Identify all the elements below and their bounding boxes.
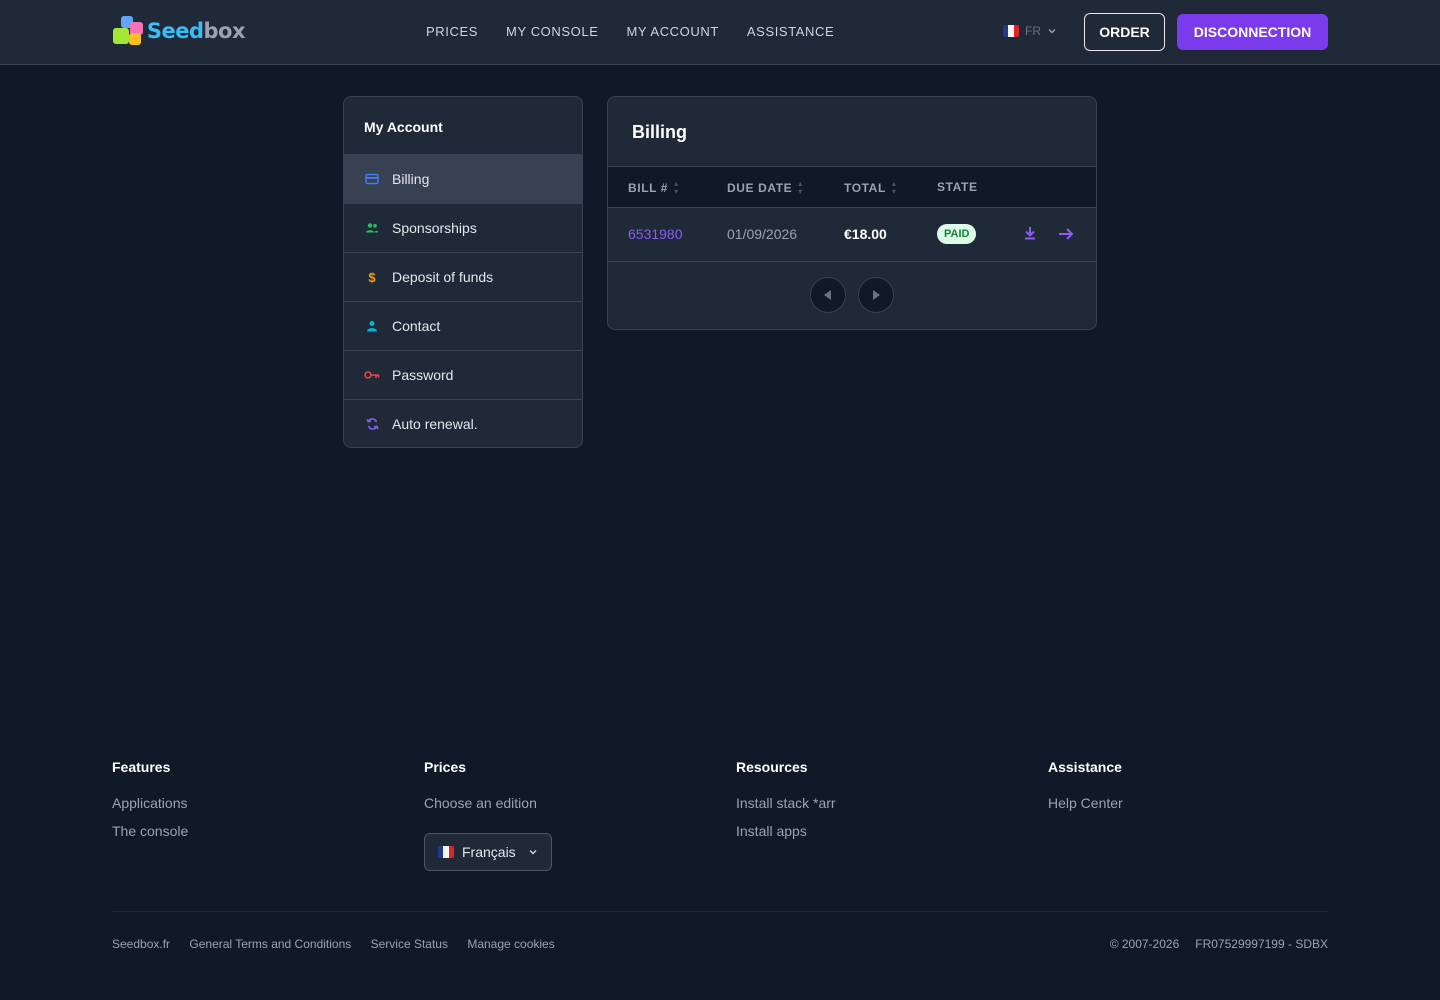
footer-column-features: Features Applications The console [112, 759, 188, 851]
sidebar-item-label: Sponsorships [392, 220, 477, 236]
footer-link-choose-edition[interactable]: Choose an edition [424, 795, 537, 812]
language-select-value: Français [462, 844, 516, 860]
company-id: FR07529997199 - SDBX [1195, 937, 1328, 951]
nav-my-console[interactable]: MY CONSOLE [506, 24, 598, 39]
footer-bottom-links: Seedbox.fr General Terms and Conditions … [112, 937, 571, 951]
sidebar-item-label: Auto renewal. [392, 416, 478, 432]
billing-title: Billing [632, 122, 687, 142]
sidebar-item-sponsorships[interactable]: Sponsorships [344, 203, 582, 252]
footer-link-install-stack[interactable]: Install stack *arr [736, 795, 836, 812]
pagination [810, 277, 894, 313]
disconnect-button[interactable]: DISCONNECTION [1177, 14, 1328, 50]
sidebar-item-contact[interactable]: Contact [344, 301, 582, 350]
footer-heading: Assistance [1048, 759, 1122, 775]
dollar-icon: $ [368, 269, 376, 285]
logo-text: Seedbox [146, 19, 246, 43]
nav-my-account[interactable]: MY ACCOUNT [626, 24, 718, 39]
download-icon[interactable] [1020, 224, 1040, 244]
sidebar-item-label: Password [392, 367, 454, 383]
logo-cubes-icon [113, 14, 145, 48]
billing-panel: Billing BILL # ▴ ▾ DUE DATE ▴ ▾ TOTAL ▴ ▾ STAT… [607, 96, 1097, 330]
users-icon [364, 220, 380, 236]
top-header: Seedbox PRICES MY CONSOLE MY ACCOUNT ASS… [0, 0, 1440, 65]
user-icon [364, 318, 380, 334]
next-page-button[interactable] [858, 277, 894, 313]
language-switcher[interactable]: FR [1003, 24, 1057, 38]
french-flag-icon [438, 846, 454, 858]
footer-column-prices: Prices Choose an edition [424, 759, 537, 823]
table-row: 6531980 01/09/2026 €18.00 PAID [608, 208, 1096, 262]
nav-prices[interactable]: PRICES [426, 24, 478, 39]
status-badge: PAID [937, 224, 977, 244]
footer-link-terms[interactable]: General Terms and Conditions [189, 937, 351, 951]
footer-link-console[interactable]: The console [112, 823, 188, 840]
footer-link-help-center[interactable]: Help Center [1048, 795, 1123, 812]
language-code: FR [1025, 24, 1041, 38]
footer-legal: © 2007-2026 FR07529997199 - SDBX [1110, 937, 1328, 951]
footer-column-assistance: Assistance Help Center [1048, 759, 1123, 823]
seedbox-logo[interactable]: Seedbox [113, 14, 245, 48]
column-header-state: STATE [937, 180, 978, 194]
footer-heading: Prices [424, 759, 467, 775]
copyright-text: © 2007-2026 [1109, 937, 1180, 951]
sort-icon: ▴ ▾ [674, 179, 679, 196]
refresh-icon [364, 416, 380, 432]
sidebar-item-deposit[interactable]: $ Deposit of funds [344, 252, 582, 301]
footer-link-applications[interactable]: Applications [112, 795, 188, 812]
previous-page-button[interactable] [810, 277, 846, 313]
footer-heading: Features [112, 759, 171, 775]
due-date: 01/09/2026 [727, 226, 798, 242]
sidebar-item-label: Contact [392, 318, 441, 334]
footer-heading: Resources [736, 759, 808, 775]
column-header-total[interactable]: TOTAL ▴ ▾ [844, 180, 897, 196]
sort-icon: ▴ ▾ [891, 179, 897, 196]
key-icon [364, 367, 380, 383]
triangle-right-icon [873, 290, 880, 300]
sidebar-item-label: Billing [392, 171, 430, 187]
sidebar-item-label: Deposit of funds [392, 269, 494, 285]
main-nav: PRICES MY CONSOLE MY ACCOUNT ASSISTANCE [426, 24, 862, 39]
sidebar-item-password[interactable]: Password [344, 350, 582, 399]
sidebar-title: My Account [364, 119, 443, 135]
credit-card-icon [364, 171, 380, 187]
footer-link-install-apps[interactable]: Install apps [736, 823, 836, 840]
triangle-left-icon [824, 290, 831, 300]
french-flag-icon [1003, 25, 1019, 37]
bill-number-link[interactable]: 6531980 [628, 226, 683, 242]
total-amount: €18.00 [844, 226, 887, 242]
billing-table-header: BILL # ▴ ▾ DUE DATE ▴ ▾ TOTAL ▴ ▾ STATE [608, 166, 1096, 208]
footer-link-manage-cookies[interactable]: Manage cookies [467, 937, 554, 951]
chevron-down-icon [529, 850, 537, 855]
footer-link-service-status[interactable]: Service Status [371, 937, 448, 951]
order-button[interactable]: ORDER [1084, 13, 1165, 51]
chevron-down-icon [1048, 29, 1056, 34]
account-sidebar: My Account Billing Sponsorships $ Deposi… [343, 96, 583, 448]
footer-divider [112, 911, 1328, 912]
arrow-right-icon[interactable] [1056, 224, 1076, 244]
footer-language-select[interactable]: Français [424, 833, 552, 871]
sidebar-item-billing[interactable]: Billing [344, 154, 582, 203]
sort-icon: ▴ ▾ [798, 179, 803, 196]
column-header-due-date[interactable]: DUE DATE ▴ ▾ [727, 180, 803, 196]
footer-link-seedbox[interactable]: Seedbox.fr [112, 937, 170, 951]
column-header-bill[interactable]: BILL # ▴ ▾ [628, 180, 679, 196]
sidebar-item-auto-renewal[interactable]: Auto renewal. [344, 399, 582, 447]
nav-assistance[interactable]: ASSISTANCE [747, 24, 834, 39]
footer-column-resources: Resources Install stack *arr Install app… [736, 759, 836, 851]
